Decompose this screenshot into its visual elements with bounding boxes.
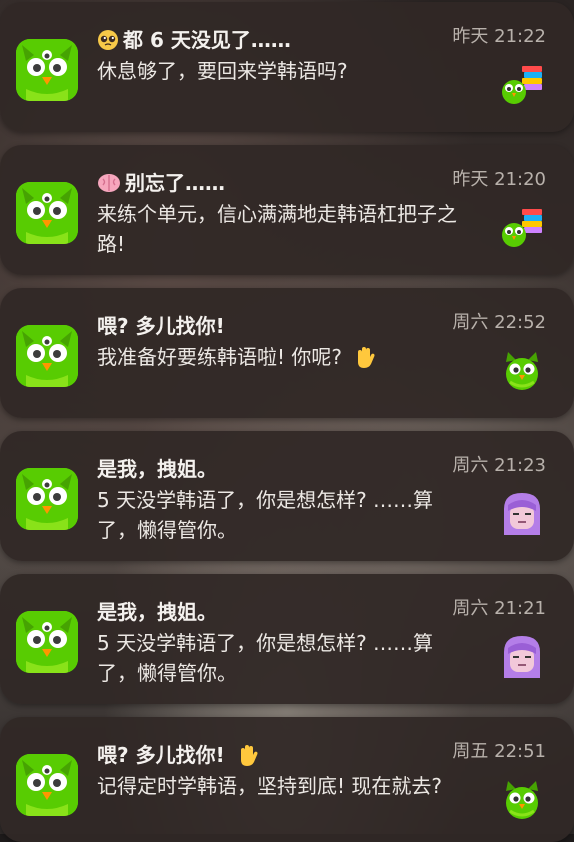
notification-time: 昨天 21:22 xyxy=(452,26,546,47)
notification-body: 休息够了，要回来学韩语吗? xyxy=(97,59,348,83)
notification-time: 昨天 21:20 xyxy=(452,169,546,190)
lily-character-icon xyxy=(500,491,544,535)
notification-body: 记得定时学韩语，坚持到底! 现在就去? xyxy=(97,774,442,798)
notification-title: 都 6 天没见了…… xyxy=(97,24,291,56)
duo-owl-icon xyxy=(500,348,544,392)
duolingo-app-icon xyxy=(16,182,78,244)
duo-owl-icon xyxy=(500,777,544,821)
notification-time: 周六 22:52 xyxy=(452,312,546,333)
notification-card[interactable]: 都 6 天没见了…… 休息够了，要回来学韩语吗? 昨天 21:22 xyxy=(0,2,574,132)
notification-time: 周五 22:51 xyxy=(452,741,546,762)
notification-card[interactable]: 别忘了…… 来练个单元，信心满满地走韩语杠把子之路! 昨天 21:20 xyxy=(0,145,574,275)
notification-card[interactable]: 喂? 多儿找你! 我准备好要练韩语啦! 你呢? 周六 22:52 xyxy=(0,288,574,418)
notification-title: 别忘了…… xyxy=(97,167,225,199)
notification-title: 喂? 多儿找你! xyxy=(97,739,261,773)
notification-body: 我准备好要练韩语啦! 你呢? xyxy=(97,342,472,378)
duolingo-app-icon xyxy=(16,325,78,387)
notification-body: 5 天没学韩语了，你是想怎样? ……算了，懒得管你。 xyxy=(97,631,434,685)
notification-title: 是我，拽姐。 xyxy=(97,457,217,481)
pleading-face-icon xyxy=(97,29,119,56)
duo-books-icon xyxy=(500,205,544,249)
notification-time: 周六 21:23 xyxy=(452,455,546,476)
duolingo-app-icon xyxy=(16,611,78,673)
duolingo-app-icon xyxy=(16,468,78,530)
brain-icon xyxy=(97,172,121,199)
notification-title: 是我，拽姐。 xyxy=(97,600,217,624)
duo-books-icon xyxy=(500,62,544,106)
notification-body: 5 天没学韩语了，你是想怎样? ……算了，懒得管你。 xyxy=(97,488,434,542)
lily-character-icon xyxy=(500,634,544,678)
notification-body: 来练个单元，信心满满地走韩语杠把子之路! xyxy=(97,202,457,256)
notification-card[interactable]: 是我，拽姐。 5 天没学韩语了，你是想怎样? ……算了，懒得管你。 周六 21:… xyxy=(0,431,574,561)
waving-hand-icon xyxy=(235,742,261,773)
duolingo-app-icon xyxy=(16,754,78,816)
notification-time: 周六 21:21 xyxy=(452,598,546,619)
waving-hand-icon xyxy=(352,344,378,378)
notification-title: 喂? 多儿找你! xyxy=(97,314,225,338)
notification-card[interactable]: 喂? 多儿找你! 记得定时学韩语，坚持到底! 现在就去? 周五 22:51 xyxy=(0,717,574,842)
duolingo-app-icon xyxy=(16,39,78,101)
notification-card[interactable]: 是我，拽姐。 5 天没学韩语了，你是想怎样? ……算了，懒得管你。 周六 21:… xyxy=(0,574,574,704)
